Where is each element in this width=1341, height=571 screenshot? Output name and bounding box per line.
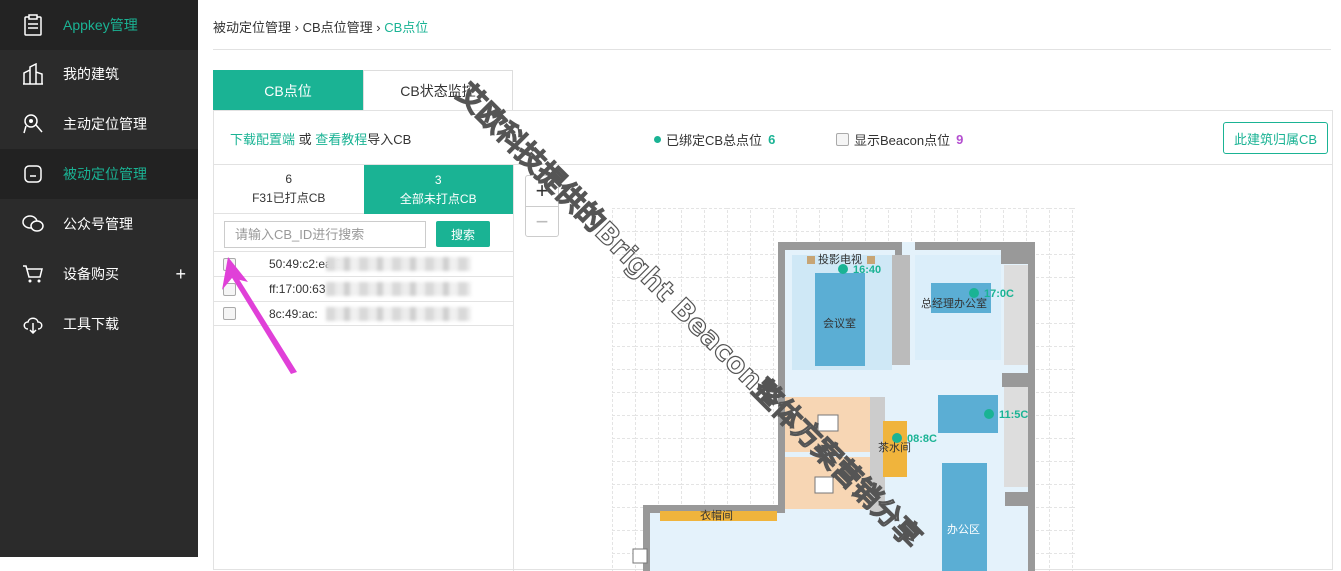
cb-list-panel: 6 F31已打点CB 3 全部未打点CB 搜索 50:49:c2:ea:3 <box>214 165 514 571</box>
zoom-out-button[interactable]: − <box>526 206 558 236</box>
zoom-control: + − <box>525 175 559 237</box>
cb-panel: 下载配置端 或 查看教程导入CB 已绑定CB总点位 6 显示Beacon点位 9… <box>213 110 1333 571</box>
search-row: 搜索 <box>224 221 490 248</box>
sub-tab-bar: 6 F31已打点CB 3 全部未打点CB <box>214 165 513 214</box>
list-item[interactable]: ff:17:00:63 <box>214 276 513 301</box>
breadcrumb-current: CB点位 <box>384 20 429 35</box>
sidebar-item-label: 设备购买 <box>63 266 119 282</box>
tutorial-link[interactable]: 查看教程 <box>315 132 367 147</box>
floor-map[interactable]: 投影电视 会议室 总经理办公室 茶水间 办公区 衣帽间 16:40 17:0C … <box>515 165 1332 571</box>
clipboard-icon <box>21 13 45 37</box>
toolbar: 下载配置端 或 查看教程导入CB 已绑定CB总点位 6 显示Beacon点位 9… <box>214 111 1332 165</box>
breadcrumb: 被动定位管理 › CB点位管理 › CB点位 <box>213 20 429 35</box>
redacted-mask <box>326 307 471 321</box>
zoom-in-button[interactable]: + <box>526 176 558 206</box>
sidebar-item-label: 主动定位管理 <box>63 116 147 132</box>
download-config-link[interactable]: 下载配置端 <box>230 132 295 147</box>
row-checkbox[interactable] <box>223 282 236 296</box>
beacon-marker[interactable] <box>984 409 994 419</box>
bound-count: 6 <box>768 132 776 147</box>
location-pin-icon <box>21 112 45 136</box>
list-item[interactable]: 50:49:c2:ea:3 <box>214 251 513 276</box>
room-label: 办公区 <box>947 523 980 536</box>
cb-mac: 8c:49:ac: <box>269 306 318 321</box>
expand-icon[interactable]: + <box>175 264 186 285</box>
sidebar-item-purchase[interactable]: 设备购买 + <box>0 249 198 299</box>
room-label: 总经理办公室 <box>921 296 987 310</box>
room-label: 衣帽间 <box>700 508 733 522</box>
floor-plan: 投影电视 会议室 总经理办公室 茶水间 办公区 衣帽间 16:40 17:0C … <box>612 208 1075 571</box>
divider <box>213 49 1331 50</box>
search-input[interactable] <box>224 221 426 248</box>
tab-bar: CB点位 CB状态监控 <box>213 70 513 111</box>
beacon-marker[interactable] <box>838 264 848 274</box>
sidebar-item-wechat[interactable]: 公众号管理 <box>0 199 198 249</box>
sidebar: Appkey管理 我的建筑 主动定位管理 被动定位管理 公众号管理 设备购买 + <box>0 0 198 557</box>
import-hint: 下载配置端 或 查看教程导入CB <box>230 132 412 147</box>
row-checkbox[interactable] <box>223 307 236 320</box>
sidebar-item-label: 公众号管理 <box>63 216 133 232</box>
device-icon <box>21 162 45 186</box>
beacon-count: 9 <box>956 132 964 147</box>
beacon-label: 17:0C <box>984 288 1014 300</box>
wechat-icon <box>21 212 45 236</box>
search-button[interactable]: 搜索 <box>436 221 490 247</box>
sidebar-item-active-location[interactable]: 主动定位管理 <box>0 99 198 149</box>
tab-cb-points[interactable]: CB点位 <box>213 70 363 111</box>
row-checkbox[interactable] <box>223 257 236 271</box>
sidebar-item-building[interactable]: 我的建筑 <box>0 49 198 99</box>
tab-unplaced-cb[interactable]: 3 全部未打点CB <box>363 165 513 214</box>
cloud-download-icon <box>21 312 45 336</box>
cb-mac: ff:17:00:63 <box>269 282 326 296</box>
beacon-label: 08:8C <box>907 433 937 445</box>
building-owner-cb-button[interactable]: 此建筑归属CB <box>1222 122 1328 154</box>
show-beacon-toggle[interactable]: 显示Beacon点位 9 <box>836 130 963 149</box>
tab-placed-cb[interactable]: 6 F31已打点CB <box>214 165 364 214</box>
main-content: 被动定位管理 › CB点位管理 › CB点位 CB点位 CB状态监控 下载配置端… <box>198 0 1341 571</box>
sidebar-item-label: Appkey管理 <box>63 17 138 33</box>
breadcrumb-item[interactable]: 被动定位管理 <box>213 20 291 35</box>
beacon-label: 16:40 <box>853 264 881 276</box>
redacted-mask <box>326 282 471 296</box>
list-item[interactable]: 8c:49:ac: <box>214 301 513 326</box>
tab-cb-status[interactable]: CB状态监控 <box>363 70 513 111</box>
redacted-mask <box>326 257 471 271</box>
beacon-marker[interactable] <box>892 433 902 443</box>
sidebar-item-appkey[interactable]: Appkey管理 <box>0 0 198 50</box>
cb-list: 50:49:c2:ea:3 ff:17:00:63 8c:49:ac: <box>214 251 513 326</box>
cart-icon <box>21 262 45 286</box>
building-icon <box>21 62 45 86</box>
sidebar-item-passive-location[interactable]: 被动定位管理 <box>0 149 198 199</box>
sidebar-item-label: 工具下载 <box>63 316 119 332</box>
sidebar-item-label: 被动定位管理 <box>63 166 147 182</box>
bound-cb-stat: 已绑定CB总点位 6 <box>654 130 775 149</box>
sidebar-item-download[interactable]: 工具下载 <box>0 299 198 349</box>
breadcrumb-item[interactable]: CB点位管理 <box>303 20 373 35</box>
beacon-label: 11:5C <box>999 409 1028 421</box>
green-dot-icon <box>654 136 661 143</box>
beacon-checkbox[interactable] <box>836 133 849 146</box>
sidebar-item-label: 我的建筑 <box>63 66 119 82</box>
beacon-marker[interactable] <box>969 288 979 298</box>
room-label: 会议室 <box>823 316 856 330</box>
